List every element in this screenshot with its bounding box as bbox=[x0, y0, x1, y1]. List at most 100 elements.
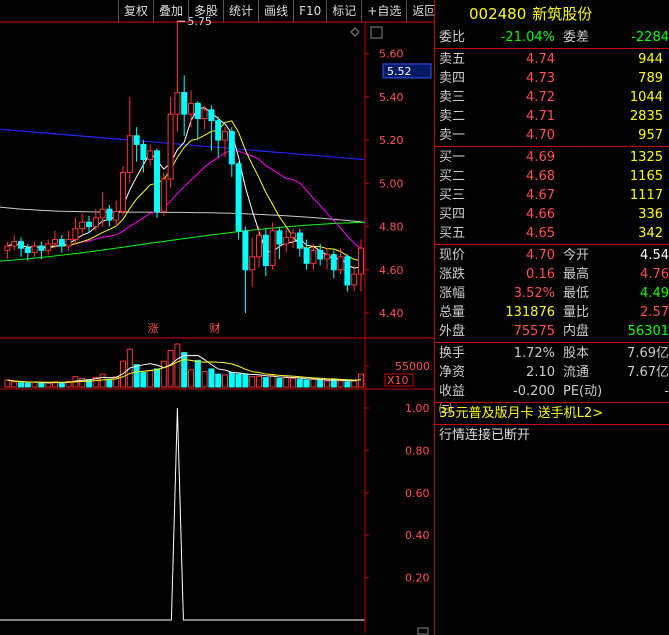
ask-row-2-volume: 1044 bbox=[629, 90, 663, 105]
volume-bar bbox=[194, 359, 201, 388]
candle-body bbox=[242, 230, 249, 271]
candle-body bbox=[344, 256, 351, 286]
toolbar-button-5[interactable]: F10 bbox=[293, 0, 326, 22]
volume-bar bbox=[188, 369, 194, 388]
indicator-tick-label: 0.40 bbox=[405, 529, 430, 542]
stats2-list: 换手 1.72% 股本 7.69亿 净资 2.10 流通 7.67亿 收益㈢ -0.200 PE(动… bbox=[435, 344, 669, 418]
candle-body bbox=[154, 150, 160, 212]
chart-area[interactable]: 5.60 5.40 5.20 5.00 4.80 4.60 4.40 5.52 5.75 涨财 55… bbox=[0, 0, 436, 635]
candle-body bbox=[337, 256, 344, 271]
stat-row-4: 外盘 75575 内盘 56301 bbox=[435, 322, 669, 341]
stat-row-1-label: 涨跌 bbox=[439, 267, 466, 282]
volume-bar bbox=[290, 377, 296, 388]
toolbar-button-3[interactable]: 统计 bbox=[223, 0, 258, 22]
candle-body bbox=[38, 245, 45, 251]
toolbar-button-0[interactable]: 复权 bbox=[118, 0, 153, 22]
stat-row-3-value: 131876 bbox=[505, 305, 555, 320]
candle-body bbox=[235, 163, 242, 232]
ask-row-0: 卖五 4.74 944 bbox=[435, 50, 669, 69]
volume-bar bbox=[276, 377, 283, 388]
stat-row-2-value: 3.52% bbox=[513, 286, 555, 301]
volume-bar bbox=[324, 380, 330, 388]
volume-bar bbox=[269, 375, 276, 388]
volume-bar bbox=[106, 378, 113, 388]
price-tick-label: 5.60 bbox=[379, 48, 404, 61]
volume-bar bbox=[262, 377, 269, 388]
toolbar-button-6[interactable]: 标记 bbox=[326, 0, 361, 22]
candle-body bbox=[52, 239, 58, 245]
stat2-row-2-value: -0.200 bbox=[513, 384, 555, 399]
candle-body bbox=[31, 245, 38, 254]
bid-row-0-value: 4.69 bbox=[526, 150, 555, 165]
ask-row-3-value: 4.71 bbox=[526, 109, 555, 124]
volume-bar bbox=[18, 382, 24, 388]
current-price-label: 5.52 bbox=[387, 65, 412, 78]
toolbar-button-7[interactable]: +自选 bbox=[361, 0, 406, 22]
indicator-tick-label: 1.00 bbox=[405, 402, 430, 415]
candle-body bbox=[99, 208, 106, 219]
stat-row-0-label2: 今开 bbox=[563, 248, 590, 263]
volume-bar bbox=[4, 379, 11, 388]
connection-status: 行情连接已断开 bbox=[439, 428, 531, 443]
bid-row-3: 买四 4.66 336 bbox=[435, 205, 669, 224]
volume-bar bbox=[154, 368, 160, 388]
toolbar-button-2[interactable]: 多股 bbox=[188, 0, 223, 22]
toolbar-button-4[interactable]: 画线 bbox=[258, 0, 293, 22]
stat2-row-2-label: 收益㈢ bbox=[439, 384, 466, 418]
volume-bar bbox=[256, 375, 262, 388]
indicator-tick-label: 0.80 bbox=[405, 444, 430, 457]
candle-body bbox=[58, 239, 65, 247]
candle-body bbox=[310, 249, 317, 264]
bid-row-1-value: 4.68 bbox=[526, 169, 555, 184]
candle-body bbox=[4, 245, 11, 251]
candle-body bbox=[18, 241, 24, 249]
promo-link[interactable]: 35元普及版月卡 送手机L2> bbox=[435, 404, 669, 423]
candle-body bbox=[296, 232, 303, 249]
stat-row-3-label: 总量 bbox=[439, 305, 466, 320]
bid-row-0: 买一 4.69 1325 bbox=[435, 148, 669, 167]
ask-row-4-volume: 957 bbox=[638, 128, 663, 143]
kline-chart-svg[interactable]: 5.605.405.205.004.804.604.405.525.75涨 财55… bbox=[0, 0, 434, 635]
ma20-line bbox=[7, 149, 362, 250]
stat-row-1-label2: 最高 bbox=[563, 267, 590, 282]
candle-body bbox=[92, 217, 99, 228]
candle-body bbox=[269, 230, 276, 266]
candle-body bbox=[126, 135, 133, 174]
stat2-row-1-label: 净资 bbox=[439, 365, 466, 380]
weicha-value: -2284 bbox=[631, 30, 669, 45]
candle-body bbox=[208, 109, 215, 122]
volume-bar bbox=[38, 382, 45, 388]
stat-row-0-label: 现价 bbox=[439, 248, 466, 263]
toolbar-button-1[interactable]: 叠加 bbox=[153, 0, 188, 22]
ask-row-3-label: 卖二 bbox=[439, 109, 466, 124]
volume-multiplier-label: X10 bbox=[387, 374, 409, 387]
price-tick-label: 5.40 bbox=[379, 91, 404, 104]
ask-row-2-label: 卖三 bbox=[439, 90, 466, 105]
volume-tick-label: 55000 bbox=[395, 360, 430, 373]
bid-row-4-label: 买五 bbox=[439, 226, 466, 241]
stat-row-0-value: 4.70 bbox=[526, 248, 555, 263]
candle-body bbox=[330, 254, 337, 271]
price-tick-label: 5.20 bbox=[379, 134, 404, 147]
weicha-label: 委差 bbox=[563, 30, 590, 45]
candle-body bbox=[167, 113, 174, 180]
ask-row-4: 卖一 4.70 957 bbox=[435, 126, 669, 145]
stat2-row-0-value: 1.72% bbox=[513, 346, 555, 361]
ask-row-4-label: 卖一 bbox=[439, 128, 466, 143]
ask-row-3-volume: 2835 bbox=[629, 109, 663, 124]
stat-row-4-label: 外盘 bbox=[439, 324, 466, 339]
ma120-line bbox=[0, 206, 365, 223]
volume-bar bbox=[235, 373, 242, 388]
volume-bar bbox=[303, 379, 310, 388]
candle-body bbox=[113, 210, 120, 221]
ask-row-0-volume: 944 bbox=[638, 52, 663, 67]
volume-bar bbox=[58, 382, 65, 388]
stat-row-4-value: 75575 bbox=[513, 324, 555, 339]
ask-row-1-label: 卖四 bbox=[439, 71, 466, 86]
candle-body bbox=[86, 221, 92, 228]
webi-value: -21.04% bbox=[500, 30, 555, 45]
quote-panel: 002480 新筑股份 委比 -21.04% 委差 -2284 卖五 4.74 944… bbox=[434, 0, 669, 635]
volume-bar bbox=[11, 381, 18, 388]
stat-row-2-label: 涨幅 bbox=[439, 286, 466, 301]
candle-body bbox=[188, 102, 194, 115]
